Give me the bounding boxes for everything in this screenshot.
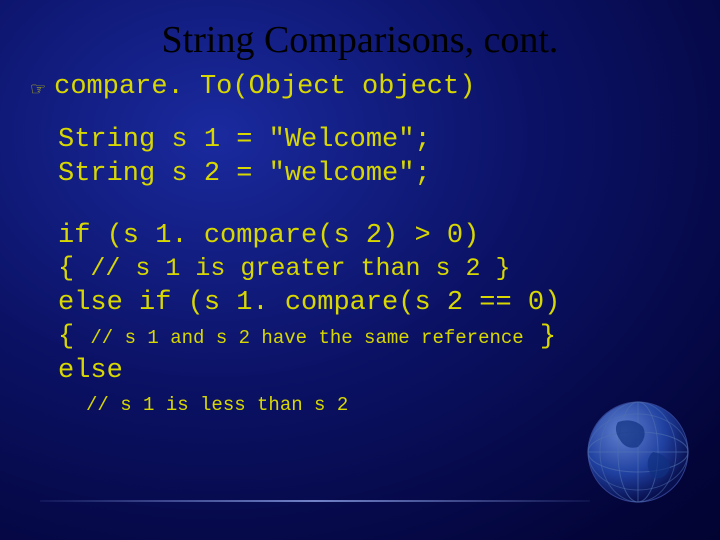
code-line: String s 2 = "welcome";	[58, 158, 690, 192]
code-block: String s 1 = "Welcome"; String s 2 = "we…	[58, 124, 690, 422]
bullet-item: ☞ compare. To(Object object)	[30, 72, 690, 102]
code-line: else if (s 1. compare(s 2 == 0)	[58, 287, 690, 321]
method-signature: compare. To(Object object)	[54, 72, 475, 102]
code-comment: // s 1 is less than s 2	[86, 394, 348, 416]
code-brace: {	[58, 254, 90, 284]
code-comment: // s 1 is greater than s 2 }	[90, 254, 510, 283]
code-line: String s 1 = "Welcome";	[58, 124, 690, 158]
divider-line	[40, 500, 590, 502]
code-brace: {	[58, 322, 90, 352]
code-brace: }	[524, 322, 556, 352]
code-line: if (s 1. compare(s 2) > 0)	[58, 220, 690, 254]
code-line: { // s 1 is greater than s 2 }	[58, 253, 690, 287]
finger-bullet-icon: ☞	[30, 79, 46, 100]
code-line: else	[58, 355, 690, 389]
slide-title: String Comparisons, cont.	[0, 0, 720, 72]
slide-content: ☞ compare. To(Object object) String s 1 …	[0, 72, 720, 422]
code-line: { // s 1 and s 2 have the same reference…	[58, 321, 690, 355]
code-comment: // s 1 and s 2 have the same reference	[90, 327, 523, 349]
